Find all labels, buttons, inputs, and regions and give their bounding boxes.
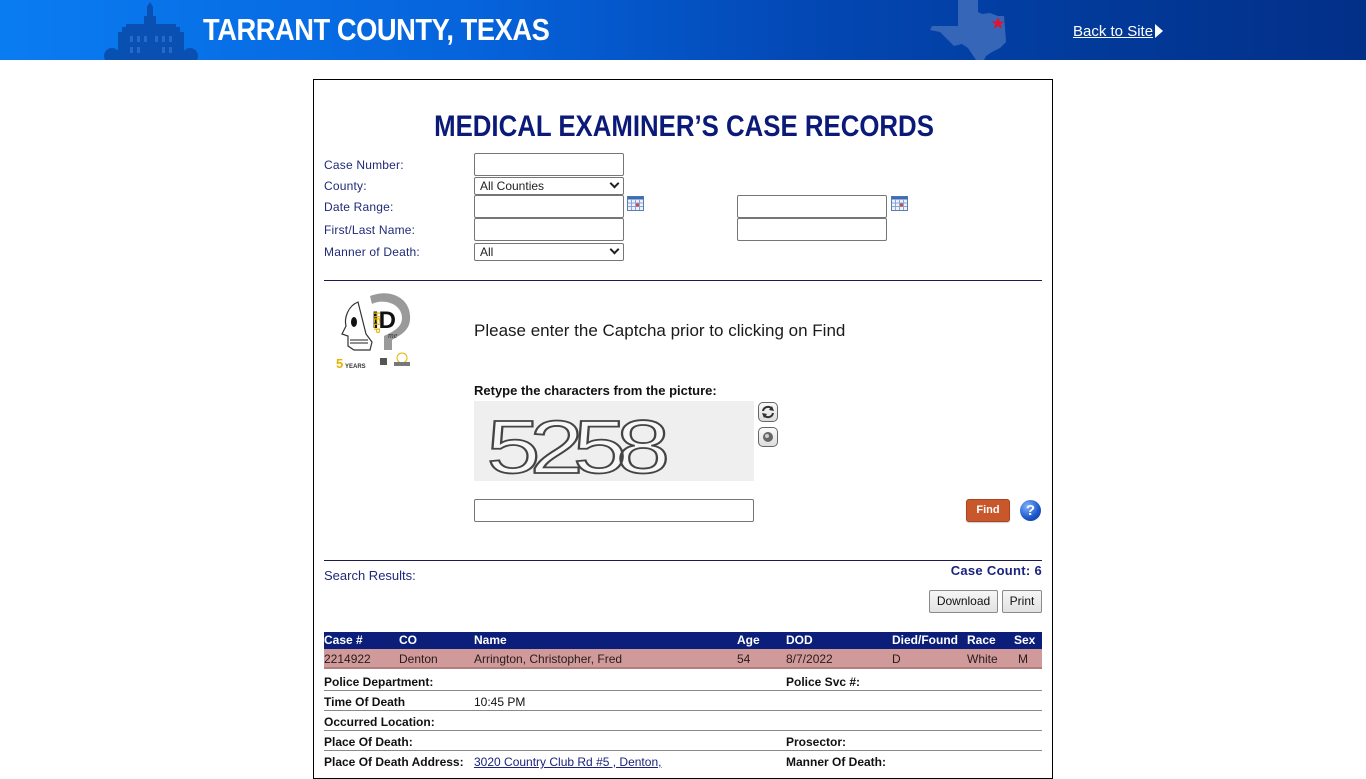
captcha-image: 5258 — [474, 401, 754, 481]
detail-row: Police Department: Police Svc #: — [324, 671, 1042, 691]
last-name-input[interactable] — [737, 218, 887, 241]
case-count: Case Count: 6 — [950, 563, 1042, 578]
case-number-label: Case Number: — [324, 158, 404, 172]
case-records-panel: MEDICAL EXAMINER’S CASE RECORDS Case Num… — [313, 79, 1053, 779]
col-age[interactable]: Age — [737, 633, 760, 647]
svg-text:YEARS: YEARS — [345, 364, 366, 370]
help-id-me-logo: ID HELP me 5 YEARS — [336, 293, 411, 371]
time-of-death-label: Time Of Death — [324, 695, 406, 709]
detail-row: Place Of Death Address: 3020 Country Clu… — [324, 751, 1042, 771]
time-of-death-value: 10:45 PM — [474, 695, 526, 709]
audio-captcha-button[interactable] — [758, 427, 778, 447]
place-of-death-address-label: Place Of Death Address: — [324, 755, 464, 769]
refresh-icon — [762, 405, 774, 419]
col-sex[interactable]: Sex — [1014, 633, 1035, 647]
occurred-location-label: Occurred Location: — [324, 715, 435, 729]
divider — [324, 280, 1042, 281]
cell-died-found: D — [892, 652, 901, 666]
date-range-label: Date Range: — [324, 200, 394, 214]
site-header-banner: TARRANT COUNTY, TEXAS Back to Site — [0, 0, 1366, 60]
county-select[interactable]: All Counties — [474, 177, 624, 195]
divider — [324, 560, 1042, 561]
manner-of-death-label: Manner of Death: — [324, 245, 420, 259]
cell-county: Denton — [399, 652, 438, 666]
site-title: TARRANT COUNTY, TEXAS — [203, 12, 550, 47]
police-department-label: Police Department: — [324, 675, 434, 689]
svg-text:me: me — [388, 331, 398, 340]
table-row[interactable]: 2214922 Denton Arrington, Christopher, F… — [324, 649, 1042, 669]
police-svc-label: Police Svc #: — [786, 675, 861, 689]
cell-dod: 8/7/2022 — [786, 652, 833, 666]
refresh-captcha-button[interactable] — [758, 402, 778, 422]
print-button[interactable]: Print — [1002, 590, 1042, 613]
col-died-found[interactable]: Died/Found — [892, 633, 958, 647]
col-name[interactable]: Name — [474, 633, 507, 647]
col-race[interactable]: Race — [967, 633, 996, 647]
county-selected-value: All Counties — [480, 179, 545, 193]
texas-map-icon — [930, 0, 1006, 60]
page-title: MEDICAL EXAMINER’S CASE RECORDS — [434, 110, 934, 143]
cell-age: 54 — [737, 652, 751, 666]
manner-selected-value: All — [480, 245, 494, 259]
cell-name: Arrington, Christopher, Fred — [474, 652, 623, 666]
chevron-down-icon — [609, 178, 620, 189]
place-of-death-label: Place Of Death: — [324, 735, 413, 749]
table-header: Case # CO Name Age DOD Died/Found Race S… — [324, 632, 1042, 649]
back-to-site-link[interactable]: Back to Site — [1073, 23, 1153, 40]
calendar-icon[interactable] — [891, 195, 908, 211]
case-number-input[interactable] — [474, 153, 624, 176]
first-name-input[interactable] — [474, 218, 624, 241]
col-dod[interactable]: DOD — [786, 633, 813, 647]
detail-row: Place Of Death: Prosector: — [324, 731, 1042, 751]
courthouse-icon — [104, 2, 198, 60]
captcha-retype-label: Retype the characters from the picture: — [474, 383, 717, 398]
captcha-prompt-text: Please enter the Captcha prior to clicki… — [474, 321, 846, 340]
cell-case-number: 2214922 — [324, 652, 371, 666]
manner-of-death-select[interactable]: All — [474, 243, 624, 261]
find-button[interactable]: Find — [966, 499, 1010, 522]
place-of-death-address-link[interactable]: 3020 Country Club Rd #5 , Denton, — [474, 755, 661, 769]
prosector-label: Prosector: — [786, 735, 847, 749]
download-button[interactable]: Download — [929, 590, 998, 613]
arrow-right-icon[interactable] — [1155, 24, 1163, 38]
cell-sex: M — [1018, 652, 1028, 666]
help-icon[interactable]: ? — [1020, 500, 1041, 521]
speaker-icon — [763, 432, 773, 442]
name-label: First/Last Name: — [324, 223, 416, 237]
col-county[interactable]: CO — [399, 633, 417, 647]
cell-race: White — [967, 652, 998, 666]
svg-text:HELP: HELP — [372, 312, 381, 334]
manner-of-death-detail-label: Manner Of Death: — [786, 755, 887, 769]
calendar-icon[interactable] — [627, 195, 644, 211]
chevron-down-icon — [609, 244, 620, 255]
search-results-label: Search Results: — [324, 568, 416, 583]
col-case-number[interactable]: Case # — [324, 633, 363, 647]
captcha-input[interactable] — [474, 499, 754, 522]
svg-text:5: 5 — [336, 356, 343, 371]
date-to-input[interactable] — [737, 195, 887, 218]
date-from-input[interactable] — [474, 195, 624, 218]
county-label: County: — [324, 179, 367, 193]
detail-row: Occurred Location: — [324, 711, 1042, 731]
svg-text:5258: 5258 — [487, 406, 667, 481]
detail-row: Time Of Death 10:45 PM — [324, 691, 1042, 711]
